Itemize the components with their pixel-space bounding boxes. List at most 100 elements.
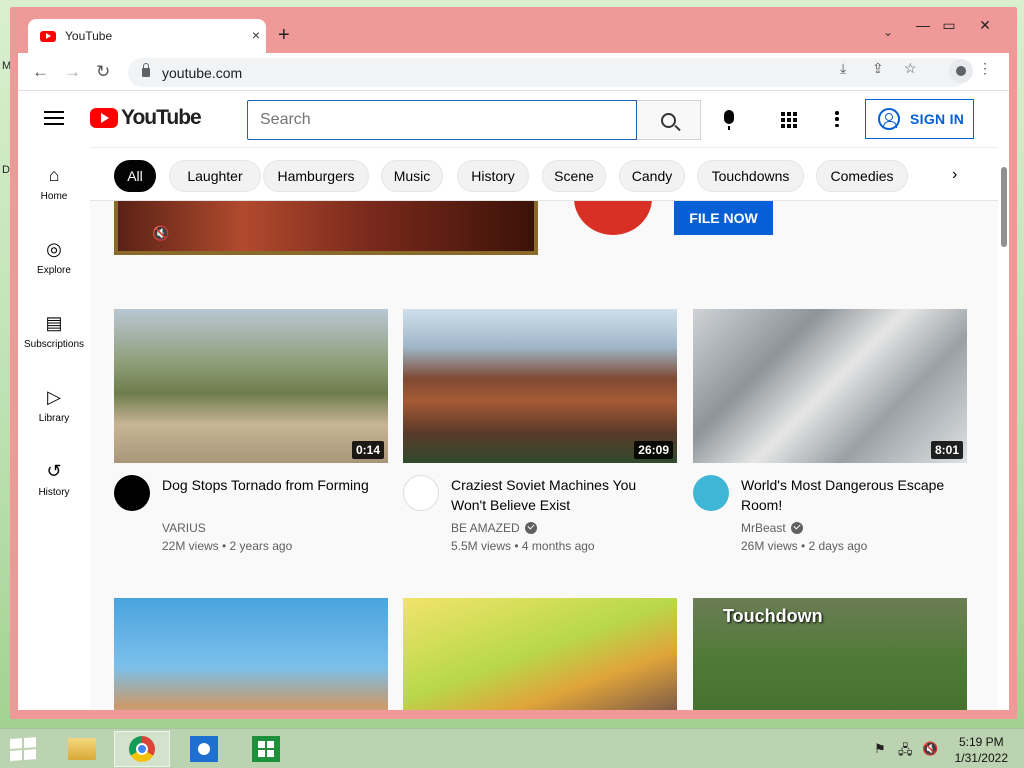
taskbar-file-explorer[interactable] [54, 731, 110, 767]
video-thumbnail[interactable] [114, 598, 388, 710]
video-thumbnail[interactable] [403, 598, 677, 710]
compass-icon: ◎ [46, 239, 62, 259]
guide-item-label: Library [38, 413, 70, 424]
mute-icon[interactable]: 🔇 [152, 225, 169, 242]
video-thumbnail[interactable]: 0:14 [114, 309, 388, 463]
tab-youtube[interactable]: YouTube × [28, 19, 266, 53]
chip-bar: All Laughter Hamburgers Music History Sc… [90, 147, 998, 201]
chevron-right-icon[interactable]: › [952, 166, 957, 184]
video-card[interactable]: 8:01 World's Most Dangerous Escape Room! M… [693, 309, 967, 553]
channel-name[interactable]: BE AMAZED [451, 521, 537, 535]
video-card[interactable]: 26:09 Craziest Soviet Machines You Won't … [403, 309, 677, 553]
profile-avatar[interactable] [949, 59, 973, 83]
search-button[interactable] [637, 100, 701, 140]
browser-menu-icon[interactable]: ⋮ [978, 60, 992, 77]
guide-item-explore[interactable]: ◎ Explore [18, 239, 90, 276]
folder-icon [68, 738, 96, 760]
browser-content: ← → ↻ youtube.com ⤓ ⇪ ☆ ⋮ YouTube Search… [18, 53, 1009, 710]
clock-date: 1/31/2022 [954, 751, 1008, 765]
chip-music[interactable]: Music [381, 160, 443, 192]
hamburger-menu-icon[interactable] [44, 111, 64, 125]
video-card[interactable] [403, 598, 677, 710]
search-input[interactable] [247, 100, 637, 140]
channel-name[interactable]: VARIUS [162, 521, 206, 535]
sign-in-button[interactable]: SIGN IN [865, 99, 974, 139]
page-scrollbar[interactable] [998, 147, 1009, 710]
install-app-icon[interactable]: ⤓ [840, 60, 846, 77]
guide-item-library[interactable]: ▷ Library [18, 387, 90, 424]
guide-item-history[interactable]: ↺ History [18, 461, 90, 498]
channel-name-text: BE AMAZED [451, 521, 520, 535]
search-icon [661, 112, 676, 128]
scrollbar-thumb[interactable] [1001, 167, 1007, 247]
forward-icon[interactable]: → [64, 62, 81, 82]
video-card[interactable]: 0:14 Dog Stops Tornado from Forming VARIUS… [114, 309, 388, 553]
video-feed: 🔇 FILE NOW 0:14 Dog Stops Tornado from Fo… [90, 201, 998, 710]
guide-item-label: Explore [37, 265, 71, 276]
network-icon[interactable]: 🖧 [898, 741, 913, 763]
taskbar-weather[interactable] [176, 731, 232, 767]
system-clock[interactable]: 5:19 PM 1/31/2022 [955, 734, 1008, 766]
subscriptions-icon: ▤ [45, 313, 63, 333]
video-title[interactable]: World's Most Dangerous Escape Room! [741, 475, 961, 515]
taskbar-store[interactable] [238, 731, 294, 767]
video-thumbnail[interactable]: 26:09 [403, 309, 677, 463]
channel-name-text: VARIUS [162, 521, 206, 535]
back-icon[interactable]: ← [32, 62, 49, 82]
chip-touchdowns[interactable]: Touchdowns [697, 160, 804, 192]
ad-logo [574, 201, 652, 235]
chip-history[interactable]: History [457, 160, 529, 192]
taskbar-chrome[interactable] [114, 731, 170, 767]
file-now-button[interactable]: FILE NOW [674, 201, 773, 235]
channel-avatar[interactable] [114, 475, 150, 511]
youtube-page: YouTube SIGN IN ⌂ Home ◎ Explore [18, 91, 1009, 710]
share-icon[interactable]: ⇪ [872, 60, 884, 77]
tab-title: YouTube [65, 29, 113, 43]
settings-menu-icon[interactable] [835, 111, 839, 127]
video-card[interactable] [114, 598, 388, 710]
chip-comedies[interactable]: Comedies [816, 160, 908, 192]
youtube-header: YouTube SIGN IN [18, 91, 998, 147]
action-center-flag-icon[interactable]: ⚑ [874, 741, 886, 757]
video-duration: 26:09 [634, 441, 673, 459]
video-duration: 8:01 [930, 441, 963, 459]
reload-icon[interactable]: ↻ [96, 62, 110, 82]
microphone-icon[interactable] [724, 110, 734, 130]
sign-in-label: SIGN IN [910, 111, 965, 127]
channel-avatar[interactable] [403, 475, 439, 511]
video-title[interactable]: Dog Stops Tornado from Forming [162, 475, 382, 495]
chip-laughter[interactable]: Laughter [169, 160, 261, 192]
chip-all[interactable]: All [114, 160, 156, 192]
bookmark-star-icon[interactable]: ☆ [904, 60, 917, 77]
volume-muted-icon[interactable]: 🔇 [922, 741, 938, 757]
youtube-play-icon [90, 108, 118, 128]
apps-grid-icon[interactable] [781, 112, 797, 128]
tab-search-icon[interactable]: ⌄ [883, 25, 893, 39]
new-tab-button[interactable]: + [278, 24, 290, 47]
lock-icon [142, 63, 150, 77]
browser-toolbar: ← → ↻ youtube.com ⤓ ⇪ ☆ ⋮ [18, 53, 1009, 91]
video-card[interactable]: Touchdown [693, 598, 967, 710]
channel-avatar[interactable] [693, 475, 729, 511]
video-meta: World's Most Dangerous Escape Room! MrBea… [693, 463, 967, 553]
ad-video-thumbnail[interactable]: 🔇 [114, 201, 538, 255]
tab-close-icon[interactable]: × [252, 27, 260, 43]
chip-hamburgers[interactable]: Hamburgers [263, 160, 369, 192]
channel-name[interactable]: MrBeast [741, 521, 803, 535]
video-thumbnail[interactable]: Touchdown [693, 598, 967, 710]
youtube-wordmark: YouTube [121, 106, 202, 129]
windows-start-icon[interactable] [10, 737, 38, 763]
chip-candy[interactable]: Candy [619, 160, 685, 192]
video-thumbnail[interactable]: 8:01 [693, 309, 967, 463]
guide-item-home[interactable]: ⌂ Home [18, 165, 90, 202]
guide-item-subscriptions[interactable]: ▤ Subscriptions [18, 313, 90, 350]
tab-strip: YouTube × + ⌄ [10, 7, 1017, 53]
video-title[interactable]: Craziest Soviet Machines You Won't Belie… [451, 475, 671, 515]
verified-check-icon [790, 522, 803, 534]
home-icon: ⌂ [48, 165, 60, 185]
chip-scene[interactable]: Scene [542, 160, 606, 192]
youtube-favicon-icon [40, 30, 56, 42]
store-icon [252, 736, 280, 762]
video-meta: Dog Stops Tornado from Forming VARIUS 22M … [114, 463, 388, 553]
youtube-logo[interactable]: YouTube [90, 106, 202, 130]
